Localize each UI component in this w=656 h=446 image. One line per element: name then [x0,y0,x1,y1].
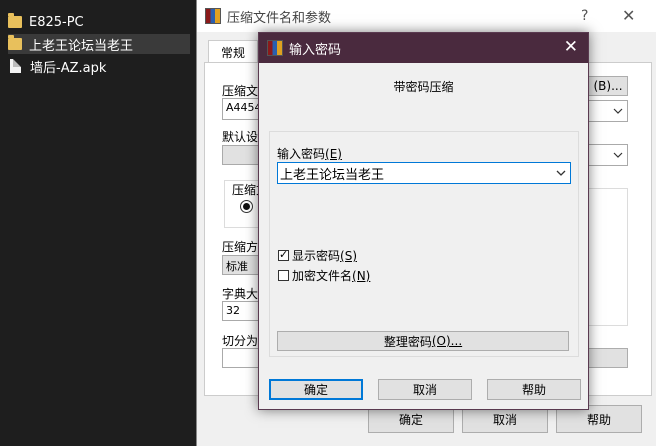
desktop-item-label: 上老王论坛当老王 [29,38,134,54]
method-label: 压缩方 [222,240,259,254]
options-group [588,188,628,326]
desktop-item-label: E825-PC [29,14,84,30]
main-titlebar: 压缩文件名和参数 ? ✕ [197,0,656,32]
encrypt-filenames-label: 加密文件名(N) [292,269,371,283]
browse-button[interactable]: (B)... [588,76,628,96]
profiles-button[interactable] [222,145,262,165]
format-radio[interactable] [240,200,253,213]
split-label: 切分为 [222,334,259,348]
chevron-down-icon[interactable] [555,166,567,180]
method-select[interactable]: 标准 [222,255,262,275]
encrypt-filenames-checkbox[interactable]: 加密文件名(N) [278,267,370,284]
password-dialog-title: 输入密码 [289,42,342,58]
winrar-icon [267,40,283,56]
ok-button[interactable]: 确定 [269,379,363,400]
cancel-button[interactable]: 取消 [378,379,472,400]
tab-general[interactable]: 常规 [208,40,258,63]
update-mode-select[interactable] [588,100,628,122]
split-input[interactable] [222,348,262,368]
enter-password-dialog: 输入密码 ✕ 带密码压缩 输入密码(E) 上老王论坛当老王 ✓ 显示密码(S) … [258,32,589,410]
folder-icon [8,35,22,50]
password-value: 上老王论坛当老王 [280,167,385,183]
close-icon[interactable]: ✕ [564,38,578,56]
chevron-down-icon [613,152,623,158]
set-password-button[interactable] [588,348,628,368]
archive-name-label: 压缩文 [222,84,259,98]
organize-passwords-button[interactable]: 整理密码 (O)... [277,331,569,351]
main-dialog-title: 压缩文件名和参数 [227,10,332,26]
dictionary-label: 字典大 [222,287,259,301]
checkbox-unchecked[interactable] [278,270,289,281]
checkbox-checked[interactable]: ✓ [278,248,289,261]
desktop-item-file[interactable]: 墙后-AZ.apk [8,56,190,76]
help-button[interactable]: 帮助 [487,379,581,400]
desktop-item-folder[interactable]: E825-PC [8,12,190,32]
profile-select[interactable] [588,144,628,166]
desktop-item-label: 墙后-AZ.apk [30,60,107,76]
password-heading: 带密码压缩 [393,80,454,94]
password-input[interactable]: 上老王论坛当老王 [277,162,571,184]
close-icon[interactable]: ✕ [622,6,635,25]
chevron-down-icon [613,108,623,114]
desktop-item-folder[interactable]: 上老王论坛当老王 [8,34,190,54]
folder-icon [8,13,22,28]
help-icon[interactable]: ? [581,8,588,24]
password-label: 输入密码(E) [277,147,342,161]
password-titlebar: 输入密码 ✕ [259,33,588,63]
checkmark-icon: ✓ [279,248,289,261]
dictionary-select[interactable]: 32 [222,301,262,321]
default-profile-label: 默认设 [222,130,259,144]
file-icon [10,59,21,73]
show-password-checkbox[interactable]: ✓ 显示密码(S) [278,247,357,264]
winrar-icon [205,8,221,24]
show-password-label: 显示密码(S) [292,249,357,263]
